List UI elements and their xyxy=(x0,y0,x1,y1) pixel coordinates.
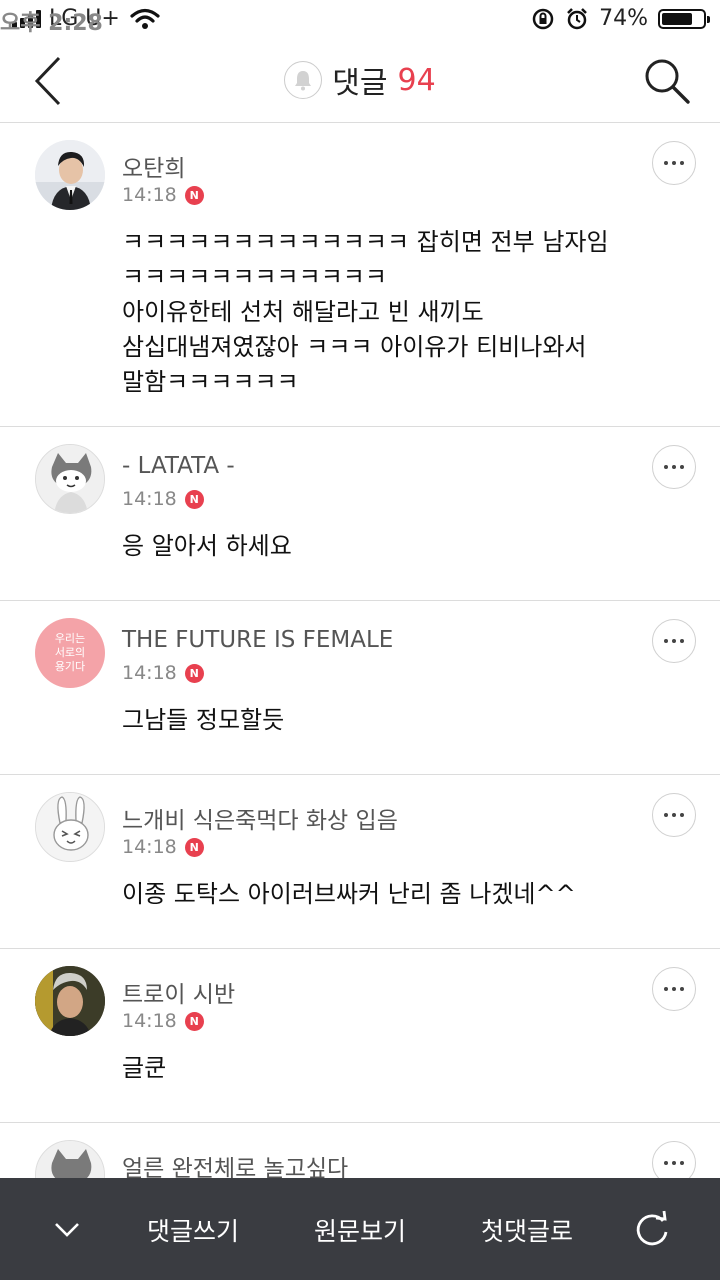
more-icon xyxy=(664,1161,668,1165)
comment-author[interactable]: 오탄희 xyxy=(122,149,185,183)
comment-text: 이종 도탁스 아이러브싸커 난리 좀 나겠네^^ xyxy=(122,880,576,908)
comment-time: 14:18 xyxy=(122,836,177,858)
new-badge: N xyxy=(184,1011,204,1031)
first-comment-button[interactable]: 첫댓글로 xyxy=(481,1212,573,1248)
more-icon xyxy=(664,161,668,165)
avatar[interactable]: 우리는 서로의 용기다 xyxy=(35,618,105,688)
header: 댓글 94 xyxy=(0,40,720,123)
comment-item: 트로이 시반 14:18 N 글쿤 xyxy=(0,949,720,1123)
notification-bell-button[interactable] xyxy=(284,61,323,99)
comment-item: - LATATA - 14:18 N 응 알아서 하세요 xyxy=(0,427,720,601)
comment-meta: 14:18 N xyxy=(122,184,204,206)
collapse-button[interactable] xyxy=(52,1218,82,1242)
search-button[interactable] xyxy=(642,56,692,106)
avatar[interactable] xyxy=(35,966,105,1036)
more-options-button[interactable] xyxy=(652,967,696,1011)
comment-item: 우리는 서로의 용기다 THE FUTURE IS FEMALE 14:18 N… xyxy=(0,601,720,775)
more-icon xyxy=(664,465,668,469)
more-icon xyxy=(664,813,668,817)
refresh-button[interactable] xyxy=(630,1208,674,1252)
more-options-button[interactable] xyxy=(652,1141,696,1178)
new-badge: N xyxy=(184,663,204,683)
comment-item: 얼른 완전체로 놀고싶다 xyxy=(0,1123,720,1178)
comment-time: 14:18 xyxy=(122,662,177,684)
comment-text: 그남들 정모할듯 xyxy=(122,706,285,734)
comment-list: 오탄희 14:18 N ㅋㅋㅋㅋㅋㅋㅋㅋㅋㅋㅋㅋㅋ 잡히면 전부 남자임 ㅋㅋㅋ… xyxy=(0,123,720,1178)
status-bar: LG U+ 오후 2:28 74% xyxy=(0,0,720,40)
header-title-group: 댓글 94 xyxy=(0,58,720,102)
more-icon xyxy=(664,987,668,991)
more-options-button[interactable] xyxy=(652,141,696,185)
comment-count: 94 xyxy=(397,62,436,98)
comment-author[interactable]: 얼른 완전체로 놀고싶다 xyxy=(122,1149,348,1178)
more-options-button[interactable] xyxy=(652,445,696,489)
comment-author[interactable]: 트로이 시반 xyxy=(122,975,235,1009)
comment-time: 14:18 xyxy=(122,184,177,206)
comment-meta: 14:18 N xyxy=(122,1010,204,1032)
comment-text: 응 알아서 하세요 xyxy=(122,532,292,560)
avatar[interactable] xyxy=(35,1140,105,1178)
comment-meta: 14:18 N xyxy=(122,836,204,858)
more-icon xyxy=(664,639,668,643)
comment-item: 느개비 식은죽먹다 화상 입음 14:18 N 이종 도탁스 아이러브싸커 난리… xyxy=(0,775,720,949)
more-options-button[interactable] xyxy=(652,793,696,837)
comment-author[interactable]: THE FUTURE IS FEMALE xyxy=(122,627,393,653)
new-badge: N xyxy=(184,489,204,509)
bottom-toolbar: 댓글쓰기 원문보기 첫댓글로 xyxy=(0,1178,720,1280)
comment-meta: 14:18 N xyxy=(122,488,204,510)
avatar-text: 우리는 서로의 용기다 xyxy=(54,632,86,673)
comment-text: 글쿤 xyxy=(122,1054,167,1082)
comment-author[interactable]: 느개비 식은죽먹다 화상 입음 xyxy=(122,801,398,835)
comment-author[interactable]: - LATATA - xyxy=(122,453,235,479)
avatar[interactable] xyxy=(35,444,105,514)
page-title: 댓글 xyxy=(332,66,388,101)
view-original-button[interactable]: 원문보기 xyxy=(314,1212,406,1248)
comment-meta: 14:18 N xyxy=(122,662,204,684)
avatar[interactable] xyxy=(35,140,105,210)
battery-icon xyxy=(658,8,710,29)
comment-time: 14:18 xyxy=(122,1010,177,1032)
rotation-lock-icon xyxy=(532,8,554,29)
comment-item: 오탄희 14:18 N ㅋㅋㅋㅋㅋㅋㅋㅋㅋㅋㅋㅋㅋ 잡히면 전부 남자임 ㅋㅋㅋ… xyxy=(0,123,720,427)
more-options-button[interactable] xyxy=(652,619,696,663)
comment-text: ㅋㅋㅋㅋㅋㅋㅋㅋㅋㅋㅋㅋㅋ 잡히면 전부 남자임 ㅋㅋㅋㅋㅋㅋㅋㅋㅋㅋㅋㅋ 아이… xyxy=(122,228,609,396)
avatar[interactable] xyxy=(35,792,105,862)
alarm-icon xyxy=(567,7,587,29)
new-badge: N xyxy=(184,837,204,857)
battery-percent: 74% xyxy=(599,6,648,31)
new-badge: N xyxy=(184,185,204,205)
write-comment-button[interactable]: 댓글쓰기 xyxy=(147,1212,239,1248)
comment-time: 14:18 xyxy=(122,488,177,510)
bell-icon xyxy=(295,71,312,91)
status-right: 74% xyxy=(531,6,710,31)
